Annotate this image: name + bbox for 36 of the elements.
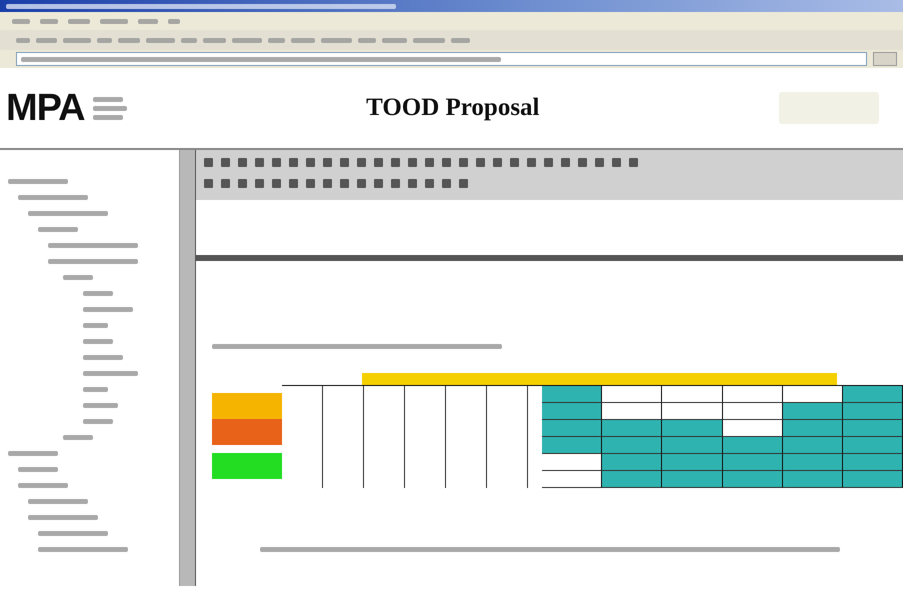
- tree-item[interactable]: [63, 275, 93, 280]
- menu-item[interactable]: [138, 18, 158, 24]
- tree-item[interactable]: [83, 323, 108, 328]
- tree-item[interactable]: [28, 499, 88, 504]
- tree-item[interactable]: [8, 179, 68, 184]
- page-title: TOOD Proposal: [366, 94, 540, 122]
- menu-item[interactable]: [100, 18, 128, 24]
- logo-caption: [92, 96, 127, 120]
- tree-item[interactable]: [83, 403, 118, 408]
- tree-item[interactable]: [28, 515, 98, 520]
- logo: MPA: [6, 89, 85, 127]
- tree-item[interactable]: [38, 227, 78, 232]
- scrollbar[interactable]: [180, 150, 196, 586]
- address-field[interactable]: [16, 52, 867, 66]
- tree-item[interactable]: [63, 435, 93, 440]
- tree-item[interactable]: [38, 531, 108, 536]
- menu-item[interactable]: [40, 18, 58, 24]
- tree-item[interactable]: [83, 291, 113, 296]
- tree-item[interactable]: [48, 259, 138, 264]
- tree-item[interactable]: [83, 307, 133, 312]
- go-button[interactable]: [873, 52, 897, 66]
- menu-item[interactable]: [68, 18, 90, 24]
- menu-item[interactable]: [168, 18, 180, 24]
- tree-item[interactable]: [38, 547, 128, 552]
- tree-item[interactable]: [18, 195, 88, 200]
- tree-item[interactable]: [83, 371, 138, 376]
- tree-item[interactable]: [83, 355, 123, 360]
- menu-item[interactable]: [12, 18, 30, 24]
- tree-item[interactable]: [18, 483, 68, 488]
- tree-item[interactable]: [83, 419, 113, 424]
- tree-item[interactable]: [18, 467, 58, 472]
- tree-item[interactable]: [83, 387, 108, 392]
- tree-item[interactable]: [83, 339, 113, 344]
- tree-item[interactable]: [48, 243, 138, 248]
- tree-item[interactable]: [28, 211, 108, 216]
- tree-item[interactable]: [8, 451, 58, 456]
